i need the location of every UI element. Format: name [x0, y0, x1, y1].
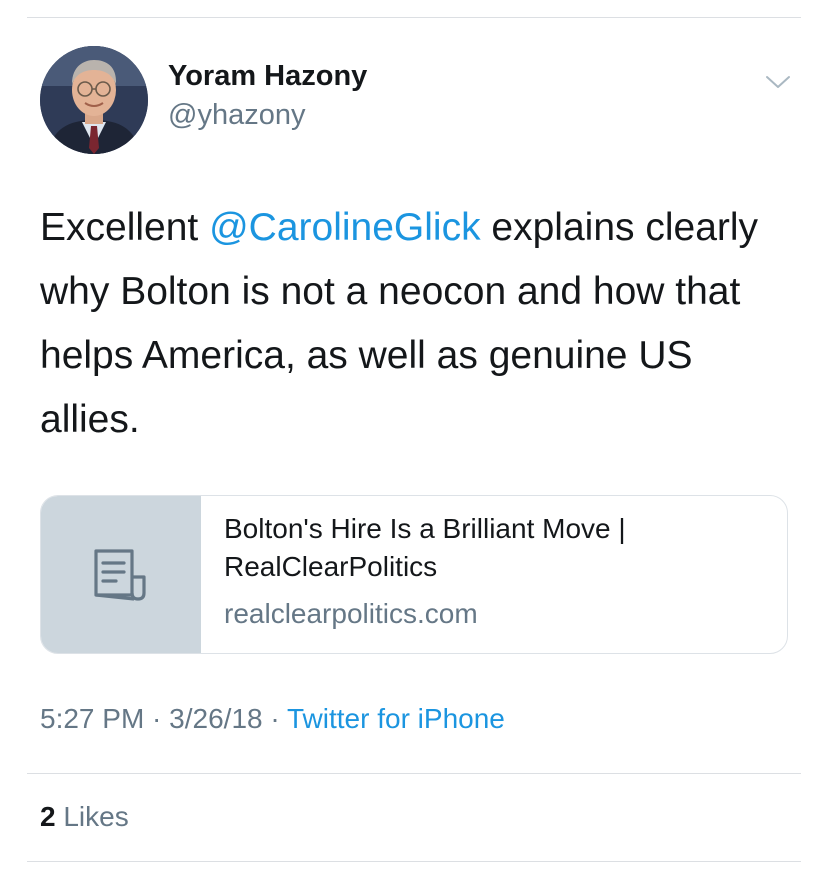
link-preview-card[interactable]: Bolton's Hire Is a Brilliant Move | Real…: [40, 495, 788, 654]
meta-separator-2: ·: [262, 703, 287, 734]
author-handle[interactable]: @yhazony: [168, 99, 305, 132]
chevron-down-icon: [766, 76, 790, 88]
likes-count: 2: [40, 801, 56, 832]
source-link[interactable]: Twitter for iPhone: [287, 703, 505, 734]
card-domain: realclearpolitics.com: [224, 598, 478, 629]
top-divider: [27, 17, 801, 18]
more-options-button[interactable]: [760, 64, 796, 100]
avatar[interactable]: [40, 46, 148, 154]
meta-separator: ·: [144, 703, 170, 734]
tweet-date: 3/26/18: [169, 703, 263, 734]
tweet-meta: 5:27 PM · 3/26/18 · Twitter for iPhone: [40, 703, 505, 735]
card-thumbnail: [41, 496, 201, 653]
likes-label: Likes: [55, 801, 129, 832]
tweet-time: 5:27 PM: [40, 703, 145, 734]
document-icon: [94, 548, 146, 601]
card-title: Bolton's Hire Is a Brilliant Move | Real…: [224, 513, 626, 582]
tweet-text-start: Excellent: [40, 206, 210, 249]
tweet-text: Excellent @CarolineGlick explains clearl…: [40, 196, 800, 452]
mention-link[interactable]: @CarolineGlick: [209, 206, 481, 249]
stats-divider-bottom: [27, 861, 801, 862]
author-name[interactable]: Yoram Hazony: [168, 60, 367, 93]
likes-stat[interactable]: 2 Likes: [40, 801, 129, 833]
stats-divider-top: [27, 773, 801, 774]
card-body: Bolton's Hire Is a Brilliant Move | Real…: [201, 496, 724, 653]
profile-photo-icon: [40, 46, 148, 154]
